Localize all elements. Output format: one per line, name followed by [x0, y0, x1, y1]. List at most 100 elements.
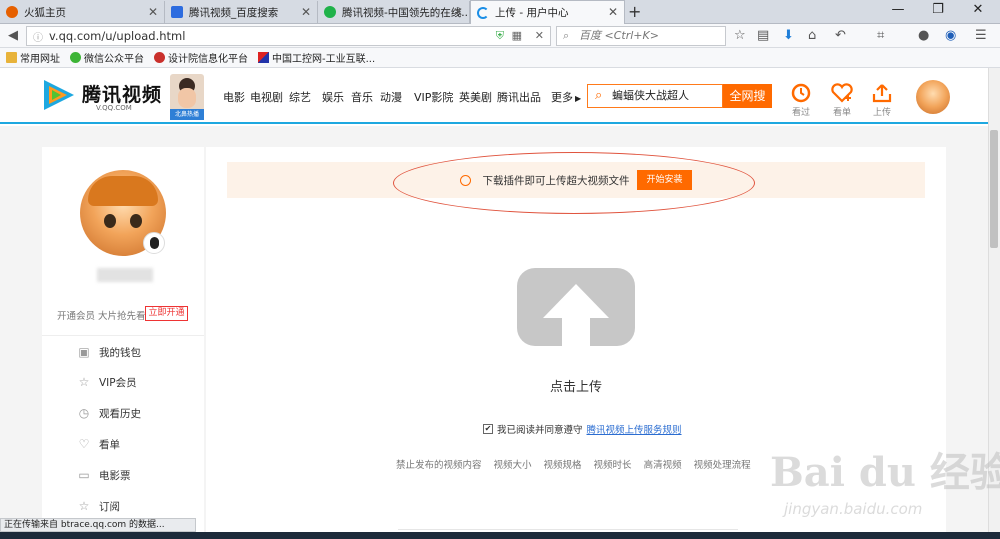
new-tab-button[interactable]: + [628, 2, 641, 21]
sidebar-item-label: 订阅 [99, 500, 120, 513]
nav-us-uk[interactable]: 英美剧 [459, 89, 492, 105]
nav-more-label: 更多 [551, 91, 573, 104]
reading-list-icon[interactable]: ▤ [757, 28, 769, 43]
tab-label: 腾讯视频_百度搜索 [189, 6, 279, 19]
tab-upload-active[interactable]: 上传 - 用户中心 ✕ [470, 0, 625, 24]
watchlist-label[interactable]: 看单 [827, 105, 857, 118]
sidebar-item-tickets[interactable]: ▭ 电影票 [78, 465, 131, 485]
menu-icon[interactable]: ☰ [975, 28, 987, 43]
agreement-row: ✔ 我已阅读并同意遵守 腾讯视频上传服务规则 [483, 422, 682, 436]
nav-original[interactable]: 腾讯出品 [497, 89, 541, 105]
bookmark-label: 常用网址 [20, 54, 60, 65]
search-icon: ⌕ [563, 29, 570, 42]
bookmark-star-icon[interactable]: ☆ [734, 28, 746, 43]
star-outline-icon: ☆ [78, 499, 90, 513]
close-icon[interactable]: ✕ [608, 5, 618, 19]
sidebar-item-subscribe[interactable]: ☆ 订阅 [78, 496, 120, 516]
nav-more[interactable]: 更多 ▶ [551, 89, 581, 105]
baidu-jingyan-watermark: Bai du 经验 jingyan.baidu.com [770, 440, 1000, 530]
nav-vip[interactable]: VIP影院 [414, 89, 453, 105]
history-label[interactable]: 看过 [786, 105, 816, 118]
watermark-brand: Bai du 经验 [770, 449, 1000, 496]
rule-link-process[interactable]: 视频处理流程 [694, 457, 751, 471]
site-search-input[interactable]: ⌕ 蝙蝠侠大战超人 [587, 84, 723, 108]
upload-label[interactable]: 上传 [867, 105, 897, 118]
bookmark-label: 设计院信息化平台 [168, 54, 248, 65]
bookmark-industrial[interactable]: 中国工控网-工业互联... [258, 50, 375, 65]
bookmarks-bar: 常用网址 微信公众平台 设计院信息化平台 中国工控网-工业互联... [0, 48, 1000, 68]
site-search-value: 蝙蝠侠大战超人 [612, 89, 689, 102]
service-rules-link[interactable]: 腾讯视频上传服务规则 [587, 422, 682, 436]
home-icon[interactable]: ⌂ [808, 28, 816, 43]
logo-text[interactable]: 腾讯视频 [82, 80, 162, 107]
rule-link-duration[interactable]: 视频时长 [594, 457, 632, 471]
address-bar[interactable]: ⓘ v.qq.com/u/upload.html ⛨ ▦ ✕ [26, 26, 551, 46]
nav-music[interactable]: 音乐 [351, 89, 373, 105]
search-placeholder: 百度 <Ctrl+K> [579, 29, 659, 42]
sidebar-item-history[interactable]: ◷ 观看历史 [78, 403, 141, 423]
user-avatar[interactable] [916, 80, 950, 114]
download-icon[interactable]: ⬇ [783, 28, 794, 43]
sidebar-item-wallet[interactable]: ▣ 我的钱包 [78, 342, 141, 362]
close-window-button[interactable]: ✕ [958, 2, 998, 17]
sidebar-divider [42, 335, 204, 336]
sidebar-item-label: 看单 [99, 438, 120, 451]
folder-icon [6, 52, 17, 63]
qrcode-icon[interactable]: ▦ [512, 29, 522, 42]
tab-baidu-search[interactable]: 腾讯视频_百度搜索 ✕ [165, 1, 318, 23]
shield-icon[interactable]: ⛨ [496, 29, 504, 43]
undo-icon[interactable]: ↶ [835, 28, 846, 43]
gear-icon [154, 52, 165, 63]
info-icon[interactable]: ⓘ [33, 29, 43, 44]
upload-icon[interactable] [869, 82, 895, 104]
nav-anime[interactable]: 动漫 [380, 89, 402, 105]
close-icon[interactable]: ✕ [301, 5, 311, 19]
loading-icon [477, 6, 489, 19]
history-icon[interactable] [788, 82, 814, 104]
rule-link-size[interactable]: 视频大小 [494, 457, 532, 471]
close-icon[interactable]: ✕ [148, 5, 158, 19]
scrollbar-thumb[interactable] [990, 130, 998, 248]
heart-plus-icon[interactable] [829, 82, 855, 104]
upload-title[interactable]: 点击上传 [0, 376, 1000, 395]
chat-icon[interactable]: ● [918, 28, 929, 43]
nav-entertainment[interactable]: 娱乐 [322, 89, 344, 105]
site-search-button[interactable]: 全网搜 [723, 84, 772, 108]
close-icon[interactable]: ✕ [453, 5, 463, 19]
tencent-video-logo-icon[interactable] [40, 78, 76, 112]
agree-checkbox[interactable]: ✔ [483, 424, 493, 434]
maximize-button[interactable]: ❐ [918, 2, 958, 17]
rules-links: 禁止发布的视频内容 视频大小 视频规格 视频时长 高清视频 视频处理流程 [396, 457, 763, 471]
bookmark-design-platform[interactable]: 设计院信息化平台 [154, 50, 248, 65]
profile-icon[interactable]: ◉ [945, 28, 956, 43]
browser-search-input[interactable]: ⌕ 百度 <Ctrl+K> [556, 26, 726, 46]
nav-variety[interactable]: 综艺 [289, 89, 311, 105]
rule-link-hd[interactable]: 高清视频 [644, 457, 682, 471]
back-arrow-icon[interactable]: ◀ [8, 28, 18, 43]
clear-icon[interactable]: ✕ [535, 29, 544, 42]
wechat-icon [70, 52, 81, 63]
nav-movie[interactable]: 电影 [223, 89, 245, 105]
member-promo-text: 开通会员 大片抢先看 [57, 311, 146, 322]
os-taskbar [0, 532, 1000, 539]
rule-link-prohibited[interactable]: 禁止发布的视频内容 [396, 457, 482, 471]
rule-link-spec[interactable]: 视频规格 [544, 457, 582, 471]
tab-tencent-video[interactable]: 腾讯视频-中国领先的在线... ✕ [318, 1, 470, 23]
nav-tv[interactable]: 电视剧 [250, 89, 283, 105]
crop-icon[interactable]: ⌗ [877, 28, 884, 43]
tab-label: 腾讯视频-中国领先的在线... [342, 6, 470, 19]
sidebar-item-watchlist[interactable]: ♡ 看单 [78, 434, 120, 454]
minimize-button[interactable]: — [878, 2, 918, 17]
bookmark-wechat[interactable]: 微信公众平台 [70, 50, 144, 65]
tab-firefox-home[interactable]: 火狐主页 ✕ [0, 1, 165, 23]
watermark-url: jingyan.baidu.com [784, 500, 923, 518]
sidebar-item-label: 观看历史 [99, 407, 141, 420]
bookmark-common-sites[interactable]: 常用网址 [6, 50, 60, 65]
upload-arrow-icon[interactable] [517, 268, 635, 346]
firefox-icon [6, 6, 18, 18]
bookmark-label: 微信公众平台 [84, 54, 144, 65]
sidebar-item-label: 电影票 [99, 469, 131, 482]
qq-penguin-icon [143, 232, 165, 254]
open-vip-button[interactable]: 立即开通 [145, 306, 188, 321]
content-divider [398, 529, 738, 530]
